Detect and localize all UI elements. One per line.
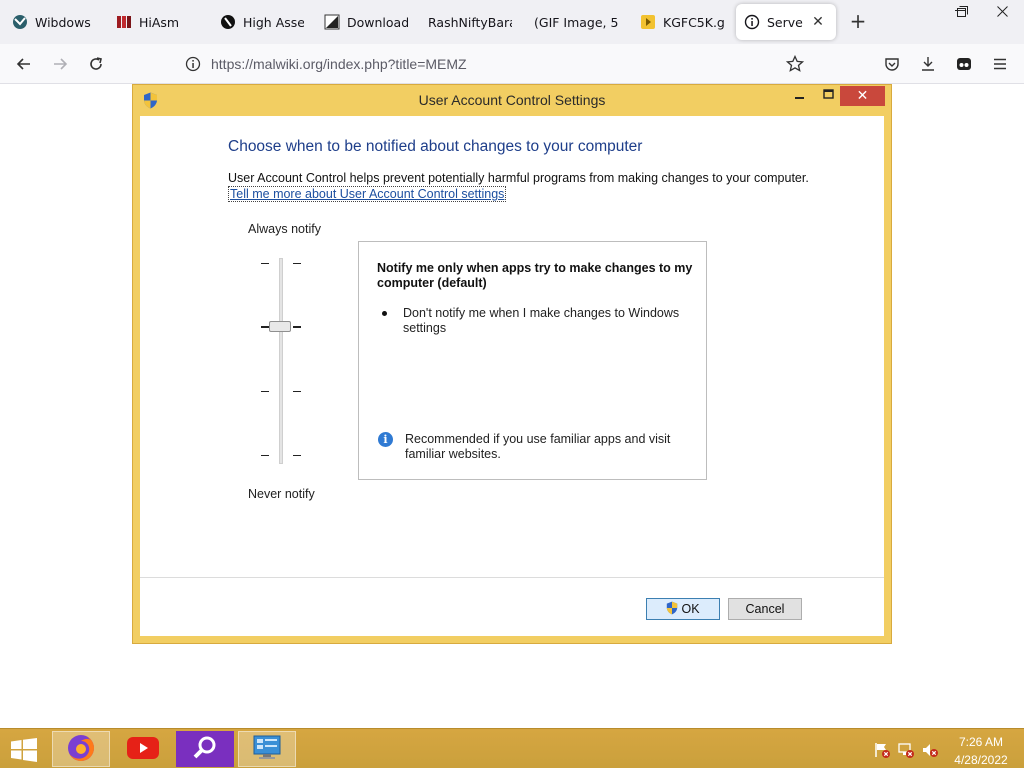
start-button[interactable]: [10, 738, 38, 762]
uac-shield-icon: [666, 601, 678, 618]
slider-tick: [293, 455, 301, 456]
uac-settings-dialog: User Account Control Settings ✕ Choose w…: [132, 84, 892, 644]
dialog-title: User Account Control Settings: [418, 92, 606, 108]
slider-tick: [293, 326, 301, 328]
wibdows-favicon-icon: [12, 14, 28, 30]
info-icon: [744, 14, 760, 30]
menu-icon[interactable]: [988, 52, 1012, 76]
action-center-flag-icon[interactable]: [874, 742, 890, 758]
tab-title: Wibdows 9: [35, 14, 92, 30]
taskbar-firefox[interactable]: [52, 731, 110, 767]
tab-title: RashNiftyBaras: [428, 14, 512, 30]
dialog-content: Choose when to be notified about changes…: [140, 116, 884, 636]
globe-favicon-icon: [220, 14, 236, 30]
dialog-heading: Choose when to be notified about changes…: [228, 138, 643, 155]
slider-tick: [261, 455, 269, 456]
bookmark-star-icon[interactable]: [785, 54, 805, 76]
cancel-label: Cancel: [745, 602, 785, 616]
volume-icon[interactable]: [922, 742, 938, 758]
downloads-icon[interactable]: [916, 52, 940, 76]
slider-tick: [293, 391, 301, 392]
tab-title: Downloadin: [347, 14, 408, 30]
slider-top-label: Always notify: [248, 222, 321, 236]
taskbar-control-panel[interactable]: [238, 731, 296, 767]
slider-bottom-label: Never notify: [248, 487, 315, 501]
cancel-button[interactable]: Cancel: [728, 598, 802, 620]
youtube-icon: [127, 736, 159, 763]
forward-button[interactable]: [48, 52, 72, 76]
slider-tick: [261, 326, 269, 328]
slider-thumb[interactable]: [269, 321, 291, 332]
system-clock[interactable]: 7:26 AM 4/28/2022: [948, 735, 1014, 767]
taskbar-search-app[interactable]: [176, 731, 234, 767]
info-icon: i: [378, 432, 393, 447]
ok-button[interactable]: OK: [646, 598, 720, 620]
tab-strip: Wibdows 9 HiAsm High Assem Downloadin Ra…: [0, 0, 1024, 44]
taskbar: 7:26 AM 4/28/2022: [0, 728, 1024, 768]
dialog-description: User Account Control helps prevent poten…: [228, 171, 809, 185]
level-bullet-text: Don't notify me when I make changes to W…: [403, 306, 680, 335]
hiasm-favicon-icon: [116, 14, 132, 30]
tab-title: HiAsm: [139, 14, 180, 30]
dialog-minimize-button[interactable]: [789, 87, 811, 105]
slider-tick: [261, 391, 269, 392]
window-restore-button[interactable]: [942, 0, 982, 22]
tab-downloading[interactable]: Downloadin: [316, 4, 416, 40]
tab-hiasm[interactable]: HiAsm: [108, 4, 208, 40]
tab-title: (GIF Image, 540: [534, 14, 618, 30]
dialog-close-button[interactable]: ✕: [840, 86, 885, 106]
control-panel-icon: [252, 734, 282, 765]
close-tab-icon[interactable]: ✕: [810, 14, 826, 30]
back-button[interactable]: [12, 52, 36, 76]
gif-favicon-icon: [640, 14, 656, 30]
navigation-bar: https://malwiki.org/index.php?title=MEMZ: [0, 44, 1024, 84]
recommendation-text: Recommended if you use familiar apps and…: [405, 432, 671, 461]
tab-server-not-found[interactable]: Server No ✕: [736, 4, 836, 40]
window-close-button[interactable]: [982, 0, 1022, 22]
network-icon[interactable]: [898, 742, 914, 758]
dialog-titlebar[interactable]: User Account Control Settings ✕: [133, 85, 891, 115]
tab-title: Server No: [767, 14, 803, 30]
firefox-icon: [66, 733, 96, 766]
download-favicon-icon: [324, 14, 340, 30]
tab-title: High Assem: [243, 14, 304, 30]
url-bar[interactable]: https://malwiki.org/index.php?title=MEMZ: [172, 48, 820, 80]
slider-tick: [293, 263, 301, 264]
dialog-footer: OK Cancel: [140, 577, 884, 636]
slider-tick: [261, 263, 269, 264]
level-description-panel: Notify me only when apps try to make cha…: [358, 241, 707, 480]
tab-high-assembly[interactable]: High Assem: [212, 4, 312, 40]
clock-time: 7:26 AM: [958, 735, 1004, 749]
pocket-icon[interactable]: [880, 52, 904, 76]
tab-rashniftybaras[interactable]: RashNiftyBaras: [420, 4, 520, 40]
slider-track[interactable]: [279, 258, 283, 464]
tab-title: KGFC5K.gif: [663, 14, 724, 30]
site-info-icon[interactable]: [185, 56, 201, 75]
bullet-icon: [382, 311, 387, 316]
clock-date: 4/28/2022: [954, 753, 1008, 767]
level-title: Notify me only when apps try to make cha…: [377, 261, 693, 290]
taskbar-youtube[interactable]: [114, 731, 172, 767]
url-text: https://malwiki.org/index.php?title=MEMZ: [211, 56, 467, 72]
ok-label: OK: [681, 602, 700, 616]
dialog-maximize-button[interactable]: [817, 87, 839, 105]
tab-wibdows[interactable]: Wibdows 9: [4, 4, 100, 40]
tab-kgfc5k-gif[interactable]: KGFC5K.gif: [632, 4, 732, 40]
magnifier-icon: [191, 734, 219, 765]
extensions-icon[interactable]: [952, 52, 976, 76]
learn-more-link[interactable]: Tell me more about User Account Control …: [228, 186, 507, 202]
tab-gif-image[interactable]: (GIF Image, 540: [526, 4, 626, 40]
new-tab-button[interactable]: +: [846, 10, 870, 34]
reload-button[interactable]: [84, 52, 108, 76]
